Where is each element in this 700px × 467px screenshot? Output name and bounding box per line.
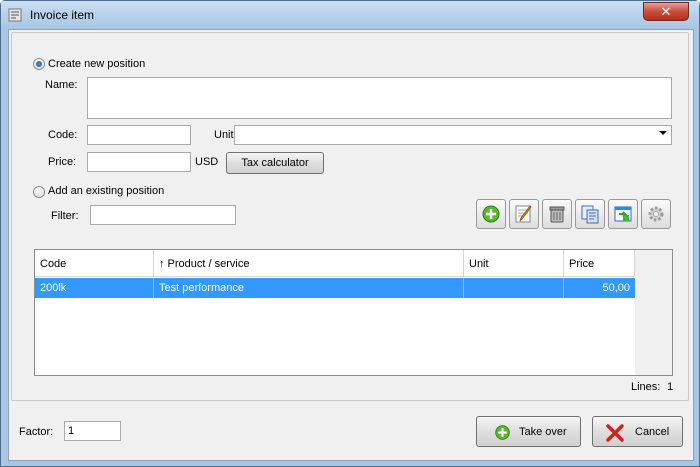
close-icon: [606, 424, 624, 442]
add-icon: [495, 425, 510, 440]
column-header-unit[interactable]: Unit: [464, 250, 564, 277]
filter-field[interactable]: [90, 205, 236, 225]
window-title: Invoice item: [30, 8, 95, 22]
delete-button[interactable]: [542, 199, 572, 229]
add-existing-position-label[interactable]: Add an existing position: [48, 185, 164, 197]
cell-unit: [464, 278, 564, 298]
cancel-button[interactable]: Cancel: [592, 416, 683, 447]
add-button[interactable]: [476, 199, 506, 229]
edit-button[interactable]: [509, 199, 539, 229]
column-header-code[interactable]: Code: [35, 250, 154, 277]
factor-label: Factor:: [19, 426, 54, 438]
name-label: Name:: [45, 79, 78, 91]
table-header: Code ↑ Product / service Unit Price: [35, 250, 635, 277]
price-label: Price:: [48, 156, 77, 168]
column-header-price[interactable]: Price: [564, 250, 635, 277]
cancel-label: Cancel: [635, 426, 670, 438]
settings-icon: [648, 206, 664, 222]
create-new-position-label[interactable]: Create new position: [48, 58, 145, 70]
filter-label: Filter:: [51, 210, 79, 222]
dialog-body: Create new position Name: Code: Unit: Pr…: [8, 29, 694, 461]
take-over-label: Take over: [519, 426, 567, 438]
settings-button[interactable]: [641, 199, 671, 229]
take-over-button[interactable]: Take over: [476, 416, 581, 447]
factor-field[interactable]: [64, 421, 121, 441]
import-icon: [614, 206, 632, 222]
copy-button[interactable]: [575, 199, 605, 229]
table-row[interactable]: 200lk Test performance 50,00: [35, 278, 635, 298]
lines-label: Lines:: [631, 381, 661, 393]
app-icon: [8, 8, 22, 22]
edit-icon: [515, 205, 532, 223]
price-field[interactable]: [87, 152, 191, 172]
add-icon: [482, 205, 500, 223]
close-button[interactable]: ✕: [643, 2, 689, 21]
currency-label: USD: [195, 156, 219, 168]
table-empty-area: [635, 250, 672, 375]
add-existing-position-radio[interactable]: [33, 186, 45, 198]
chevron-down-icon: [659, 131, 667, 135]
code-label: Code:: [48, 129, 78, 141]
toolbar: [476, 199, 676, 229]
lines-count: 1: [667, 381, 674, 393]
column-header-product[interactable]: ↑ Product / service: [154, 250, 464, 277]
code-field[interactable]: [87, 125, 191, 145]
copy-icon: [581, 205, 599, 224]
cell-code: 200lk: [35, 278, 154, 298]
name-field[interactable]: [87, 77, 672, 119]
position-group: Create new position Name: Code: Unit: Pr…: [11, 32, 689, 401]
invoice-item-window: Invoice item ✕ Create new position Name:…: [0, 0, 700, 467]
import-button[interactable]: [608, 199, 638, 229]
cell-product: Test performance: [154, 278, 464, 298]
cell-price: 50,00: [602, 282, 630, 294]
title-bar[interactable]: Invoice item ✕: [1, 1, 699, 29]
tax-calculator-button[interactable]: Tax calculator: [226, 152, 324, 174]
create-new-position-radio[interactable]: [33, 58, 45, 70]
unit-select[interactable]: [234, 125, 672, 145]
positions-table[interactable]: Code ↑ Product / service Unit Price 200l…: [34, 249, 673, 376]
trash-icon: [549, 206, 565, 223]
